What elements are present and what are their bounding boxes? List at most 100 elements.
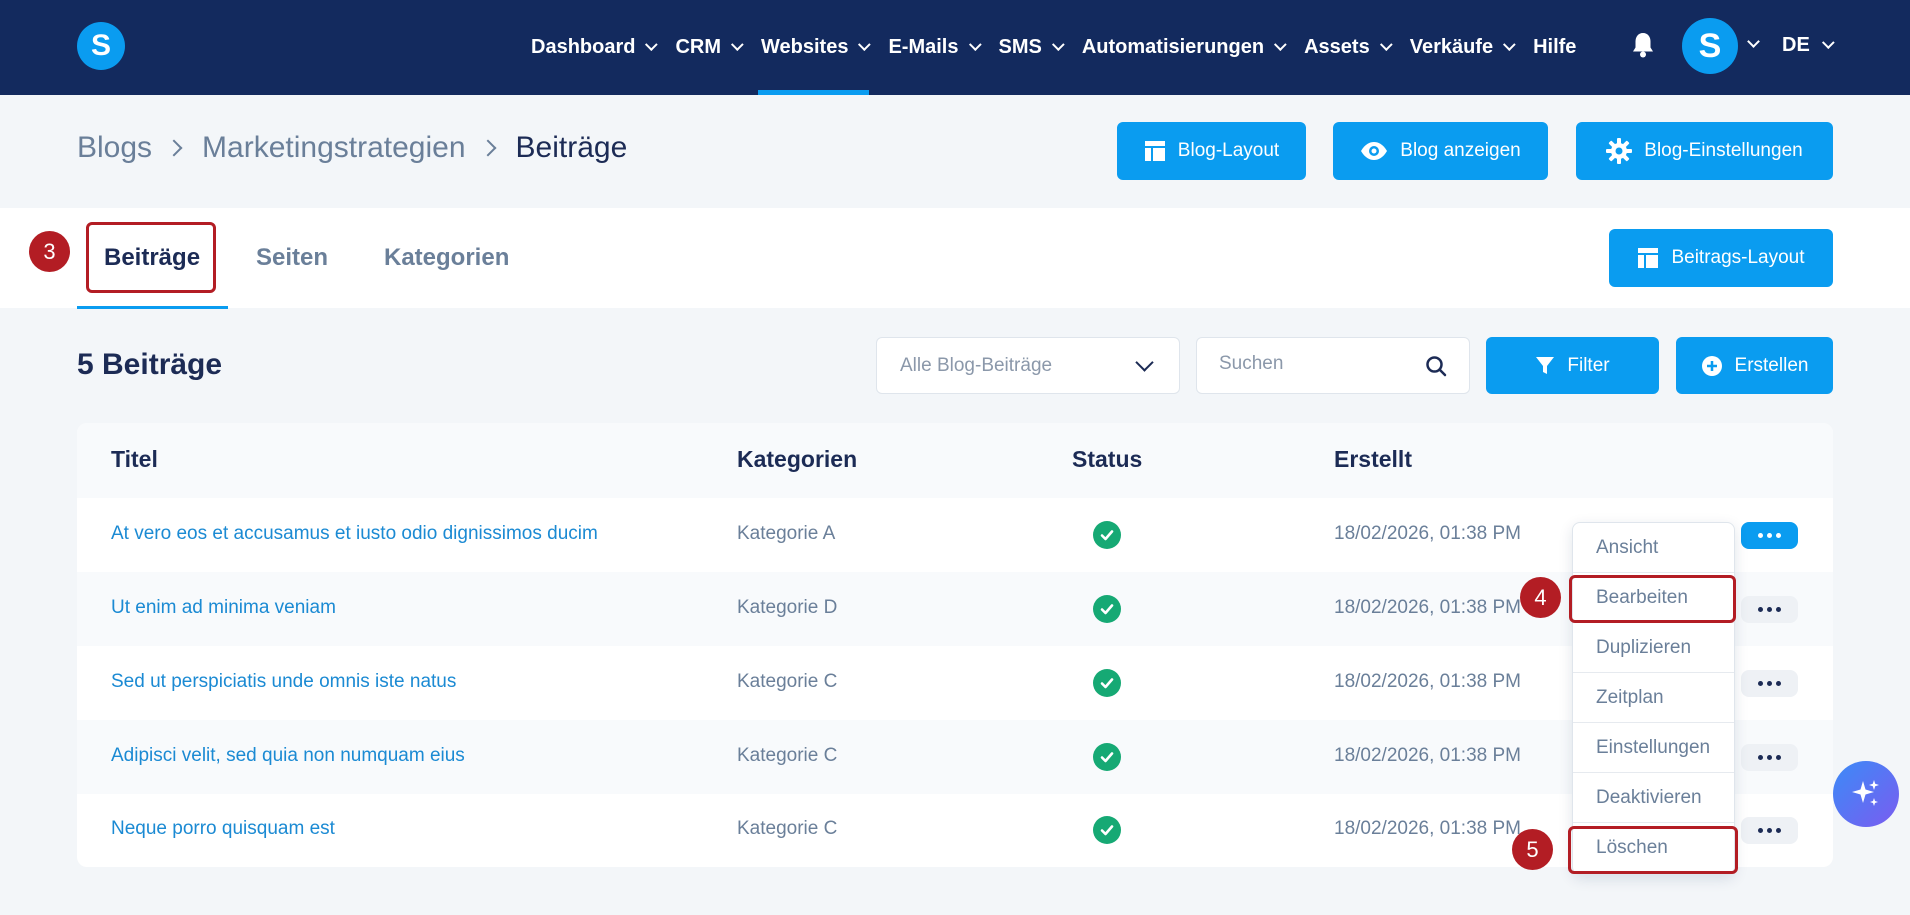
view-blog-button[interactable]: Blog anzeigen bbox=[1333, 122, 1548, 180]
published-check-icon bbox=[1093, 669, 1121, 697]
breadcrumb-blog[interactable]: Marketingstrategien bbox=[202, 131, 465, 165]
row-actions-button[interactable] bbox=[1741, 670, 1798, 697]
chevron-down-icon[interactable] bbox=[1747, 35, 1760, 48]
layout-icon bbox=[1638, 248, 1659, 268]
top-navigation: S Dashboard CRM Websites E-Mails SMS Aut… bbox=[0, 0, 1910, 95]
post-created-date: 18/02/2026, 01:38 PM bbox=[1334, 523, 1521, 544]
post-created-date: 18/02/2026, 01:38 PM bbox=[1334, 745, 1521, 766]
tab-categories[interactable]: Kategorien bbox=[384, 208, 509, 308]
table-row: At vero eos et accusamus et iusto odio d… bbox=[77, 498, 1833, 572]
eye-icon bbox=[1361, 142, 1388, 160]
post-created-date: 18/02/2026, 01:38 PM bbox=[1334, 671, 1521, 692]
annotation-marker-4: 4 bbox=[1520, 577, 1561, 618]
post-title-link[interactable]: Neque porro quisquam est bbox=[111, 818, 335, 840]
chevron-down-icon bbox=[1274, 38, 1287, 52]
row-actions-button[interactable] bbox=[1741, 817, 1798, 844]
post-title-link[interactable]: Sed ut perspiciatis unde omnis iste natu… bbox=[111, 671, 456, 693]
create-button[interactable]: Erstellen bbox=[1676, 337, 1833, 394]
nav-item-automations[interactable]: Automatisierungen bbox=[1082, 0, 1287, 95]
view-blog-label: Blog anzeigen bbox=[1400, 140, 1521, 161]
post-title-link[interactable]: At vero eos et accusamus et iusto odio d… bbox=[111, 523, 598, 545]
breadcrumb-blogs[interactable]: Blogs bbox=[77, 131, 152, 165]
annotation-marker-5: 5 bbox=[1512, 829, 1553, 870]
post-category: Kategorie C bbox=[737, 671, 838, 692]
filter-icon bbox=[1536, 356, 1555, 374]
published-check-icon bbox=[1093, 816, 1121, 844]
chevron-down-icon bbox=[968, 38, 982, 52]
app-logo[interactable]: S bbox=[77, 22, 125, 70]
table-header: Titel Kategorien Status Erstellt bbox=[77, 423, 1833, 498]
row-actions-button[interactable] bbox=[1741, 522, 1798, 549]
ai-assistant-button[interactable] bbox=[1833, 761, 1899, 827]
table-row: Adipisci velit, sed quia non numquam eiu… bbox=[77, 720, 1833, 794]
menu-item-deactivate[interactable]: Deaktivieren bbox=[1573, 773, 1734, 823]
column-categories: Kategorien bbox=[737, 446, 858, 472]
annotation-box-delete bbox=[1568, 826, 1738, 874]
active-tab-indicator bbox=[77, 306, 228, 309]
filter-button[interactable]: Filter bbox=[1486, 337, 1659, 394]
nav-item-dashboard[interactable]: Dashboard bbox=[531, 0, 659, 95]
menu-item-schedule[interactable]: Zeitplan bbox=[1573, 673, 1734, 723]
annotation-box-posts-tab bbox=[86, 222, 216, 293]
language-switcher[interactable]: DE bbox=[1782, 34, 1835, 57]
chevron-down-icon bbox=[730, 38, 744, 52]
chevron-down-icon bbox=[1051, 38, 1065, 52]
nav-item-emails[interactable]: E-Mails bbox=[888, 0, 982, 95]
chevron-right-icon bbox=[479, 139, 497, 157]
chevron-down-icon bbox=[1503, 38, 1516, 52]
post-title-link[interactable]: Adipisci velit, sed quia non numquam eiu… bbox=[111, 745, 465, 767]
post-category: Kategorie A bbox=[737, 523, 836, 544]
row-actions-button[interactable] bbox=[1741, 744, 1798, 771]
main-menu: Dashboard CRM Websites E-Mails SMS Autom… bbox=[531, 0, 1598, 95]
chevron-down-icon bbox=[1379, 38, 1393, 52]
nav-item-sms[interactable]: SMS bbox=[999, 0, 1065, 95]
post-title-link[interactable]: Ut enim ad minima veniam bbox=[111, 597, 336, 619]
nav-item-crm[interactable]: CRM bbox=[675, 0, 744, 95]
post-category: Kategorie D bbox=[737, 597, 838, 618]
column-created: Erstellt bbox=[1334, 446, 1412, 472]
nav-item-help[interactable]: Hilfe bbox=[1533, 0, 1576, 95]
filter-label: Filter bbox=[1567, 354, 1610, 376]
table-row: Sed ut perspiciatis unde omnis iste natu… bbox=[77, 646, 1833, 720]
nav-item-assets[interactable]: Assets bbox=[1304, 0, 1393, 95]
post-count-title: 5 Beiträge bbox=[77, 348, 223, 381]
breadcrumb-current: Beiträge bbox=[515, 131, 628, 164]
sparkle-icon bbox=[1852, 780, 1879, 806]
row-actions-button[interactable] bbox=[1741, 596, 1798, 623]
published-check-icon bbox=[1093, 743, 1121, 771]
post-created-date: 18/02/2026, 01:38 PM bbox=[1334, 597, 1521, 618]
blog-layout-button[interactable]: Blog-Layout bbox=[1117, 122, 1306, 180]
nav-item-sales[interactable]: Verkäufe bbox=[1410, 0, 1516, 95]
annotation-marker-3: 3 bbox=[29, 231, 70, 272]
search-input[interactable] bbox=[1219, 353, 1419, 375]
column-status: Status bbox=[1072, 446, 1143, 472]
layout-icon bbox=[1144, 141, 1165, 161]
post-filter-select[interactable]: Alle Blog-Beiträge bbox=[876, 337, 1180, 394]
published-check-icon bbox=[1093, 521, 1121, 549]
post-layout-button[interactable]: Beitrags-Layout bbox=[1609, 229, 1833, 287]
column-title: Titel bbox=[111, 446, 158, 472]
posts-table: Titel Kategorien Status Erstellt At vero… bbox=[77, 423, 1833, 867]
chevron-down-icon bbox=[1135, 353, 1154, 372]
search-box[interactable] bbox=[1196, 337, 1470, 394]
plus-circle-icon bbox=[1701, 355, 1722, 376]
menu-item-view[interactable]: Ansicht bbox=[1573, 523, 1734, 573]
user-avatar[interactable]: S bbox=[1682, 18, 1738, 74]
bell-icon[interactable] bbox=[1632, 32, 1654, 58]
chevron-down-icon bbox=[1821, 36, 1835, 50]
chevron-down-icon bbox=[645, 38, 659, 52]
post-layout-label: Beitrags-Layout bbox=[1671, 247, 1805, 268]
menu-item-settings[interactable]: Einstellungen bbox=[1573, 723, 1734, 773]
post-category: Kategorie C bbox=[737, 745, 838, 766]
blog-settings-button[interactable]: Blog-Einstellungen bbox=[1576, 122, 1833, 180]
published-check-icon bbox=[1093, 595, 1121, 623]
blog-layout-label: Blog-Layout bbox=[1177, 140, 1280, 161]
tab-pages[interactable]: Seiten bbox=[256, 208, 328, 308]
menu-item-duplicate[interactable]: Duplizieren bbox=[1573, 623, 1734, 673]
nav-item-websites[interactable]: Websites bbox=[758, 0, 872, 95]
chevron-down-icon bbox=[858, 38, 872, 52]
search-icon[interactable] bbox=[1425, 355, 1447, 377]
create-label: Erstellen bbox=[1734, 354, 1809, 376]
gear-icon bbox=[1606, 138, 1633, 164]
post-created-date: 18/02/2026, 01:38 PM bbox=[1334, 818, 1521, 839]
